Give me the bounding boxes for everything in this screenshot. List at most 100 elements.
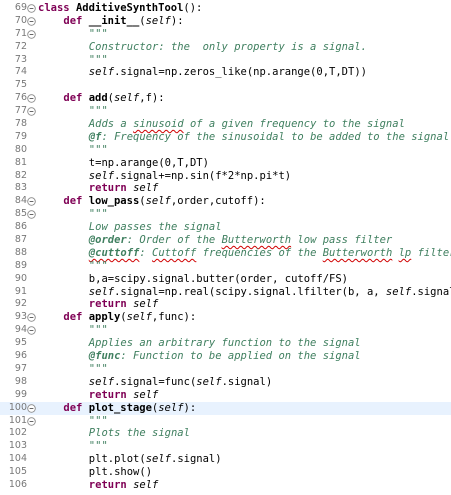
- fold-toggle-icon[interactable]: [27, 17, 36, 26]
- code-line[interactable]: 93 def apply(self,func):: [0, 311, 451, 324]
- code-text[interactable]: """: [89, 440, 108, 453]
- code-line[interactable]: 83 return self: [0, 182, 451, 195]
- code-lines[interactable]: 69 class AdditiveSynthTool(): 70 def __init…: [0, 2, 451, 492]
- fold-toggle-icon[interactable]: [27, 107, 36, 116]
- code-line[interactable]: 77 """: [0, 105, 451, 118]
- code-text[interactable]: return self: [89, 182, 159, 195]
- code-line[interactable]: 69 class AdditiveSynthTool():: [0, 2, 451, 15]
- code-line[interactable]: 71 """: [0, 28, 451, 41]
- spellcheck-token: Butterworth: [322, 246, 393, 259]
- code-token: """: [88, 105, 108, 118]
- code-line[interactable]: 85 """: [0, 208, 451, 221]
- code-line[interactable]: 84 def low_pass(self,order,cutoff):: [0, 195, 451, 208]
- fold-toggle-icon[interactable]: [27, 210, 36, 219]
- code-text[interactable]: return self: [89, 298, 159, 311]
- code-editor[interactable]: 69 class AdditiveSynthTool(): 70 def __init…: [0, 0, 451, 495]
- code-text[interactable]: """: [89, 105, 108, 118]
- code-text[interactable]: t=np.arange(0,T,DT): [89, 157, 209, 170]
- code-line[interactable]: 75: [0, 79, 451, 92]
- code-line[interactable]: 74 self.signal=np.zeros_like(np.arange(0,…: [0, 66, 451, 79]
- code-token: return: [88, 388, 127, 401]
- code-line[interactable]: 76 def add(self,f):: [0, 92, 451, 105]
- code-text[interactable]: def apply(self,func):: [63, 311, 196, 324]
- code-text[interactable]: Adds a sinusoid of a given frequency to …: [89, 118, 405, 131]
- code-text[interactable]: Constructor: the only property is a sign…: [89, 41, 367, 54]
- code-text[interactable]: @f: Frequency of the sinusoidal to be ad…: [89, 131, 449, 144]
- code-token: filter: [417, 246, 451, 259]
- fold-toggle-icon[interactable]: [27, 30, 36, 39]
- code-line[interactable]: 102 Plots the signal: [0, 427, 451, 440]
- code-text[interactable]: @func: Function to be applied on the sig…: [89, 350, 361, 363]
- code-text[interactable]: @cuttoff: Cuttoff frequencies of the But…: [89, 247, 451, 260]
- code-line[interactable]: 99 return self: [0, 389, 451, 402]
- code-line[interactable]: 87 @order: Order of the Butterworth low p…: [0, 234, 451, 247]
- code-line[interactable]: 82 self.signal+=np.sin(f*2*np.pi*t): [0, 170, 451, 183]
- code-text[interactable]: """: [89, 363, 108, 376]
- code-text[interactable]: """: [89, 208, 108, 221]
- code-text[interactable]: def low_pass(self,order,cutoff):: [63, 195, 265, 208]
- code-line[interactable]: 106 return self: [0, 479, 451, 492]
- code-text[interactable]: self.signal=func(self.signal): [89, 376, 272, 389]
- fold-toggle-icon[interactable]: [27, 416, 36, 426]
- code-line[interactable]: 101 """: [0, 415, 451, 428]
- code-token: Applies an arbitrary function to the sig…: [88, 337, 361, 350]
- code-token: self: [133, 388, 159, 401]
- code-text[interactable]: @order: Order of the Butterworth low pas…: [89, 234, 392, 247]
- code-text[interactable]: plt.plot(self.signal): [89, 453, 222, 466]
- code-token: low pass filter: [291, 234, 393, 247]
- fold-toggle-icon[interactable]: [27, 313, 36, 323]
- code-line[interactable]: 96 @func: Function to be applied on the s…: [0, 350, 451, 363]
- code-line[interactable]: 90 b,a=scipy.signal.butter(order, cutoff/…: [0, 273, 451, 286]
- code-text[interactable]: self.signal=np.real(scipy.signal.lfilter…: [89, 286, 451, 299]
- code-line[interactable]: 73 """: [0, 54, 451, 67]
- code-line[interactable]: 104 plt.plot(self.signal): [0, 453, 451, 466]
- code-line[interactable]: 89 """: [0, 260, 451, 273]
- fold-toggle-icon[interactable]: [27, 4, 36, 13]
- code-text[interactable]: plt.show(): [89, 466, 152, 479]
- code-token: add: [88, 92, 108, 105]
- code-text[interactable]: """: [89, 260, 108, 273]
- code-line[interactable]: 70 def __init__(self):: [0, 15, 451, 28]
- code-line[interactable]: 94 """: [0, 324, 451, 337]
- code-line[interactable]: 91 self.signal=np.real(scipy.signal.lfilt…: [0, 286, 451, 299]
- code-text[interactable]: """: [89, 54, 108, 67]
- code-text[interactable]: """: [89, 415, 108, 428]
- line-number: 94: [14, 324, 27, 336]
- code-text[interactable]: Applies an arbitrary function to the sig…: [89, 337, 361, 350]
- code-text[interactable]: self.signal=np.zeros_like(np.arange(0,T,…: [89, 66, 367, 79]
- code-token: ):: [183, 401, 197, 414]
- code-text[interactable]: """: [89, 324, 108, 337]
- code-text[interactable]: return self: [89, 479, 159, 492]
- code-text[interactable]: Low passes the signal: [89, 221, 222, 234]
- code-token: plt.plot(: [88, 453, 146, 466]
- code-line[interactable]: 100 def plot_stage(self):: [0, 401, 451, 415]
- code-line[interactable]: 97 """: [0, 363, 451, 376]
- code-line[interactable]: 80 """: [0, 144, 451, 157]
- code-text[interactable]: Plots the signal: [89, 427, 190, 440]
- code-line[interactable]: 92 return self: [0, 298, 451, 311]
- code-text[interactable]: """: [89, 144, 108, 157]
- code-line[interactable]: 103 """: [0, 440, 451, 453]
- code-text[interactable]: def add(self,f):: [63, 92, 164, 105]
- code-line[interactable]: 88 @cuttoff: Cuttoff frequencies of the B…: [0, 247, 451, 260]
- fold-toggle-icon[interactable]: [27, 326, 36, 336]
- fold-toggle-icon[interactable]: [27, 197, 36, 207]
- code-text[interactable]: return self: [89, 389, 159, 402]
- code-line[interactable]: 81 t=np.arange(0,T,DT): [0, 157, 451, 170]
- code-text[interactable]: def __init__(self):: [63, 15, 183, 28]
- code-line[interactable]: 105 plt.show(): [0, 466, 451, 479]
- code-line[interactable]: 79 @f: Frequency of the sinusoidal to be …: [0, 131, 451, 144]
- fold-toggle-icon[interactable]: [27, 94, 36, 103]
- code-text[interactable]: """: [89, 28, 108, 41]
- code-text[interactable]: self.signal+=np.sin(f*2*np.pi*t): [89, 170, 291, 183]
- code-line[interactable]: 86 Low passes the signal: [0, 221, 451, 234]
- code-line[interactable]: 95 Applies an arbitrary function to the s…: [0, 337, 451, 350]
- code-text[interactable]: b,a=scipy.signal.butter(order, cutoff/FS…: [89, 273, 348, 286]
- line-number: 102: [8, 427, 27, 439]
- fold-toggle-icon[interactable]: [27, 403, 36, 413]
- code-line[interactable]: 78 Adds a sinusoid of a given frequency t…: [0, 118, 451, 131]
- code-text[interactable]: class AdditiveSynthTool():: [38, 2, 202, 15]
- code-line[interactable]: 72 Constructor: the only property is a si…: [0, 41, 451, 54]
- code-line[interactable]: 98 self.signal=func(self.signal): [0, 376, 451, 389]
- code-text[interactable]: def plot_stage(self):: [63, 402, 196, 415]
